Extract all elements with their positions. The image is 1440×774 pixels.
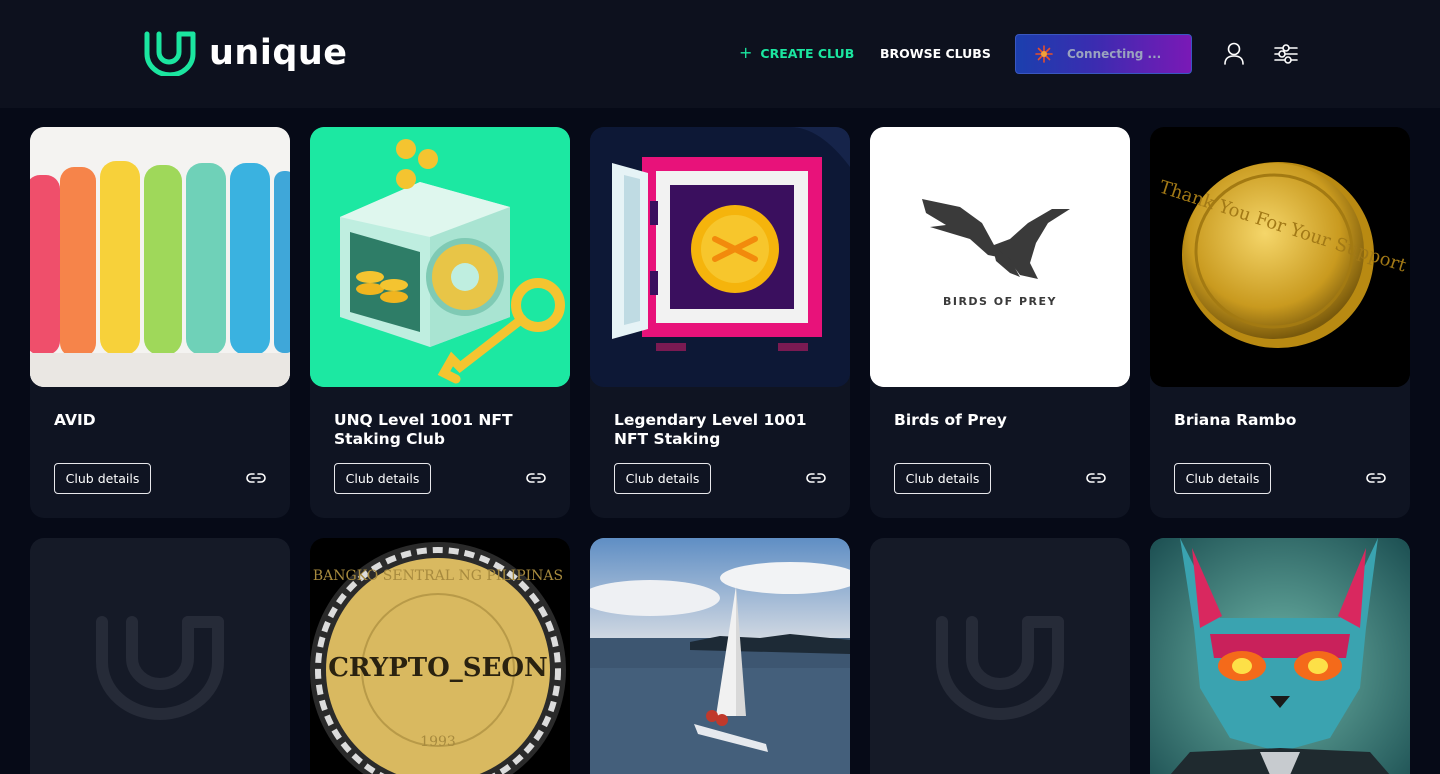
brand-logo[interactable]: unique bbox=[143, 30, 348, 76]
create-club-link[interactable]: + CREATE CLUB bbox=[739, 44, 854, 62]
club-card[interactable]: UNQ Level 1001 NFT Staking Club Club det… bbox=[310, 127, 570, 518]
club-card[interactable] bbox=[590, 538, 850, 774]
club-card[interactable] bbox=[870, 538, 1130, 774]
plus-icon: + bbox=[739, 43, 753, 62]
brand-name: unique bbox=[209, 33, 348, 73]
connect-wallet-button[interactable]: Connecting ... bbox=[1015, 34, 1192, 74]
club-image-angry-cat[interactable] bbox=[1150, 538, 1410, 774]
link-icon[interactable] bbox=[526, 470, 546, 486]
coin-ring-text: BANGKO SENTRAL NG PILIPINAS bbox=[313, 568, 563, 584]
club-title[interactable]: Briana Rambo bbox=[1174, 411, 1389, 430]
club-title[interactable]: Birds of Prey bbox=[894, 411, 1109, 430]
create-club-label: CREATE CLUB bbox=[760, 45, 855, 61]
top-navbar: unique + CREATE CLUB BROWSE CLUBS Connec… bbox=[0, 0, 1440, 108]
club-image-placeholder[interactable] bbox=[30, 538, 290, 774]
browse-clubs-link[interactable]: BROWSE CLUBS bbox=[880, 44, 991, 62]
club-card[interactable] bbox=[1150, 538, 1410, 774]
coin-year-text: 1993 bbox=[420, 734, 456, 750]
club-card[interactable] bbox=[30, 538, 290, 774]
club-card[interactable]: Thank You For Your Support Briana Rambo … bbox=[1150, 127, 1410, 518]
link-icon[interactable] bbox=[246, 470, 266, 486]
user-icon[interactable] bbox=[1223, 42, 1245, 66]
club-image-birds-of-prey[interactable]: BIRDS OF PREY bbox=[870, 127, 1130, 387]
club-details-button[interactable]: Club details bbox=[334, 463, 431, 494]
club-image-vault[interactable] bbox=[310, 127, 570, 387]
club-title[interactable]: AVID bbox=[54, 411, 269, 430]
club-card[interactable]: BIRDS OF PREY Birds of Prey Club details bbox=[870, 127, 1130, 518]
club-image-chalk[interactable] bbox=[30, 127, 290, 387]
link-icon[interactable] bbox=[806, 470, 826, 486]
club-card[interactable]: BANGKO SENTRAL NG PILIPINAS CRYPTO_SEON … bbox=[310, 538, 570, 774]
settings-sliders-icon[interactable] bbox=[1274, 43, 1298, 65]
birds-of-prey-art-text: BIRDS OF PREY bbox=[943, 295, 1057, 308]
club-card[interactable]: Legendary Level 1001 NFT Staking Club de… bbox=[590, 127, 850, 518]
club-image-placeholder[interactable] bbox=[870, 538, 1130, 774]
club-details-button[interactable]: Club details bbox=[1174, 463, 1271, 494]
club-details-button[interactable]: Club details bbox=[894, 463, 991, 494]
club-details-button[interactable]: Club details bbox=[614, 463, 711, 494]
club-image-safe[interactable] bbox=[590, 127, 850, 387]
club-title[interactable]: Legendary Level 1001 NFT Staking bbox=[614, 411, 829, 449]
club-card[interactable]: AVID Club details bbox=[30, 127, 290, 518]
link-icon[interactable] bbox=[1086, 470, 1106, 486]
club-image-crypto-seon[interactable]: BANGKO SENTRAL NG PILIPINAS CRYPTO_SEON … bbox=[310, 538, 570, 774]
club-title[interactable]: UNQ Level 1001 NFT Staking Club bbox=[334, 411, 549, 449]
club-image-sailboat[interactable] bbox=[590, 538, 850, 774]
club-image-gold-coin[interactable]: Thank You For Your Support bbox=[1150, 127, 1410, 387]
club-details-button[interactable]: Club details bbox=[54, 463, 151, 494]
browse-clubs-label: BROWSE CLUBS bbox=[880, 45, 991, 61]
spark-icon bbox=[1035, 45, 1053, 63]
link-icon[interactable] bbox=[1366, 470, 1386, 486]
crypto-seon-art-text: CRYPTO_SEON bbox=[328, 653, 548, 683]
logo-mark-icon bbox=[144, 31, 196, 76]
connect-status-label: Connecting ... bbox=[1067, 47, 1162, 61]
